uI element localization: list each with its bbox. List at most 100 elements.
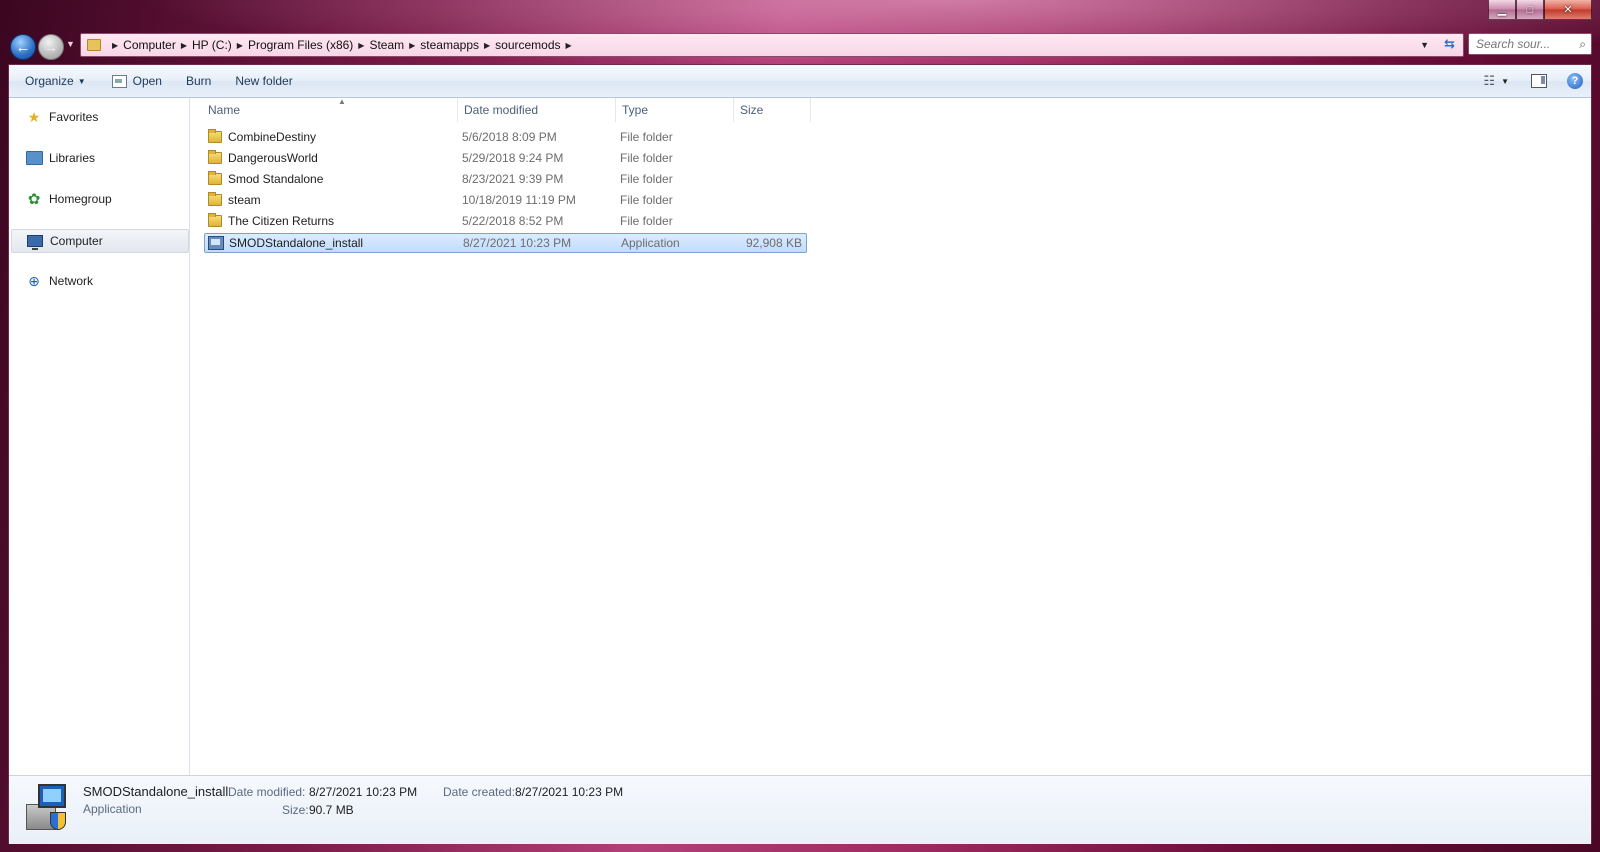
breadcrumb-separator[interactable]: ▶: [181, 41, 187, 50]
help-icon[interactable]: ?: [1567, 73, 1583, 89]
nav-label-libraries: Libraries: [49, 151, 96, 165]
breadcrumb-separator[interactable]: ▶: [409, 41, 415, 50]
nav-item-libraries[interactable]: Libraries: [11, 147, 187, 169]
file-date: 8/27/2021 10:23 PM: [463, 236, 572, 250]
maximize-button[interactable]: □: [1516, 0, 1544, 20]
file-type: File folder: [620, 172, 673, 186]
burn-button[interactable]: Burn: [178, 65, 219, 97]
breadcrumb-steam[interactable]: Steam: [369, 38, 404, 52]
application-icon: [208, 236, 224, 250]
star-icon: ★: [27, 108, 41, 125]
details-date-created: 8/27/2021 10:23 PM: [515, 785, 624, 799]
details-size-label: Size:: [282, 803, 309, 817]
folder-icon: [87, 39, 101, 51]
breadcrumb-computer[interactable]: Computer: [123, 38, 176, 52]
nav-label-computer: Computer: [50, 234, 103, 248]
folder-icon: [208, 213, 222, 227]
file-row-the-citizen-returns[interactable]: The Citizen Returns 5/22/2018 8:52 PM Fi…: [204, 212, 807, 232]
forward-button[interactable]: →: [38, 34, 64, 60]
file-size: 92,908 KB: [745, 236, 802, 250]
column-size-label: Size: [740, 103, 764, 117]
recent-pages-dropdown[interactable]: ▼: [66, 39, 75, 49]
preview-pane-icon[interactable]: [1531, 74, 1547, 88]
file-type: File folder: [620, 151, 673, 165]
breadcrumb-sourcemods[interactable]: sourcemods: [495, 38, 560, 52]
views-dropdown-icon[interactable]: ▼: [1501, 77, 1509, 86]
address-bar[interactable]: ▶ Computer ▶ HP (C:) ▶ Program Files (x8…: [80, 33, 1464, 57]
file-date: 5/29/2018 9:24 PM: [462, 151, 564, 165]
burn-label: Burn: [185, 74, 212, 88]
file-name: Smod Standalone: [228, 172, 324, 186]
breadcrumb-separator[interactable]: ▶: [358, 41, 364, 50]
new-folder-button[interactable]: New folder: [227, 65, 300, 97]
file-type: Application: [621, 236, 680, 250]
search-icon[interactable]: ⌕: [1579, 37, 1586, 52]
nav-item-homegroup[interactable]: ✿ Homegroup: [11, 188, 187, 210]
details-date-modified: 8/27/2021 10:23 PM: [309, 785, 418, 799]
column-header-size[interactable]: Size: [734, 98, 811, 122]
change-view-icon[interactable]: ☷: [1483, 73, 1495, 89]
search-input[interactable]: [1474, 36, 1578, 52]
new-folder-label: New folder: [235, 74, 293, 88]
file-name: The Citizen Returns: [228, 214, 335, 228]
file-date: 5/6/2018 8:09 PM: [462, 130, 557, 144]
file-name: CombineDestiny: [228, 130, 317, 144]
file-date: 5/22/2018 8:52 PM: [462, 214, 564, 228]
open-button[interactable]: Open: [104, 65, 170, 97]
file-name: DangerousWorld: [228, 151, 318, 165]
breadcrumb-program-files[interactable]: Program Files (x86): [248, 38, 353, 52]
nav-item-computer[interactable]: Computer: [11, 229, 189, 253]
details-size: 90.7 MB: [309, 803, 354, 817]
refresh-icon[interactable]: ⇆: [1444, 36, 1455, 52]
file-type: File folder: [620, 214, 673, 228]
column-header-date[interactable]: Date modified: [458, 98, 616, 122]
address-dropdown-icon[interactable]: ▼: [1420, 40, 1429, 50]
file-type: File folder: [620, 130, 673, 144]
back-arrow-icon: ←: [15, 38, 31, 56]
folder-icon: [208, 192, 222, 206]
column-header-name[interactable]: Name ▲: [202, 97, 458, 122]
breadcrumb-separator[interactable]: ▶: [112, 41, 118, 50]
file-name: SMODStandalone_install: [229, 236, 364, 250]
window-controls: ▁ □ ✕: [1488, 0, 1592, 20]
details-date-modified-label: Date modified:: [228, 785, 306, 799]
details-date-created-label: Date created:: [443, 785, 516, 799]
open-label: Open: [132, 74, 162, 88]
homegroup-icon: ✿: [27, 191, 41, 208]
column-header-type[interactable]: Type: [616, 98, 734, 122]
close-button[interactable]: ✕: [1544, 0, 1592, 20]
nav-label-favorites: Favorites: [49, 110, 99, 124]
column-type-label: Type: [622, 103, 649, 117]
file-name: steam: [228, 193, 261, 207]
nav-item-network[interactable]: ⊕ Network: [11, 270, 187, 292]
nav-label-network: Network: [49, 274, 94, 288]
nav-label-homegroup: Homegroup: [49, 192, 112, 206]
file-row-dangerousworld[interactable]: DangerousWorld 5/29/2018 9:24 PM File fo…: [204, 149, 807, 169]
library-icon: [25, 150, 43, 166]
file-row-combinedestiny[interactable]: CombineDestiny 5/6/2018 8:09 PM File fol…: [204, 128, 807, 148]
breadcrumb-steamapps[interactable]: steamapps: [420, 38, 479, 52]
column-name-label: Name: [208, 103, 241, 117]
folder-icon: [208, 150, 222, 164]
command-bar: Organize ▼ Open Burn New folder ☷ ▼ ?: [9, 65, 1591, 98]
file-row-steam[interactable]: steam 10/18/2019 11:19 PM File folder: [204, 191, 807, 211]
chevron-down-icon: ▼: [77, 76, 86, 86]
breadcrumb-separator[interactable]: ▶: [484, 41, 490, 50]
breadcrumb-separator[interactable]: ▶: [237, 41, 243, 50]
breadcrumb-drive[interactable]: HP (C:): [192, 38, 232, 52]
back-button[interactable]: ←: [10, 34, 36, 60]
toolbar-right-group: ☷ ▼ ?: [1483, 65, 1591, 97]
breadcrumb-separator[interactable]: ▶: [566, 41, 572, 50]
file-date: 10/18/2019 11:19 PM: [462, 193, 576, 207]
file-row-smod-standalone[interactable]: Smod Standalone 8/23/2021 9:39 PM File f…: [204, 170, 807, 190]
file-type: File folder: [620, 193, 673, 207]
open-icon: [111, 74, 127, 88]
organize-label: Organize: [25, 74, 74, 88]
folder-icon: [208, 171, 222, 185]
file-row-smodstandalone-install[interactable]: SMODStandalone_install 8/27/2021 10:23 P…: [204, 233, 807, 253]
nav-item-favorites[interactable]: ★ Favorites: [11, 106, 187, 128]
minimize-button[interactable]: ▁: [1488, 0, 1516, 20]
search-box[interactable]: ⌕: [1468, 33, 1592, 55]
organize-button[interactable]: Organize ▼: [9, 65, 94, 97]
details-file-type: Application: [83, 802, 142, 816]
